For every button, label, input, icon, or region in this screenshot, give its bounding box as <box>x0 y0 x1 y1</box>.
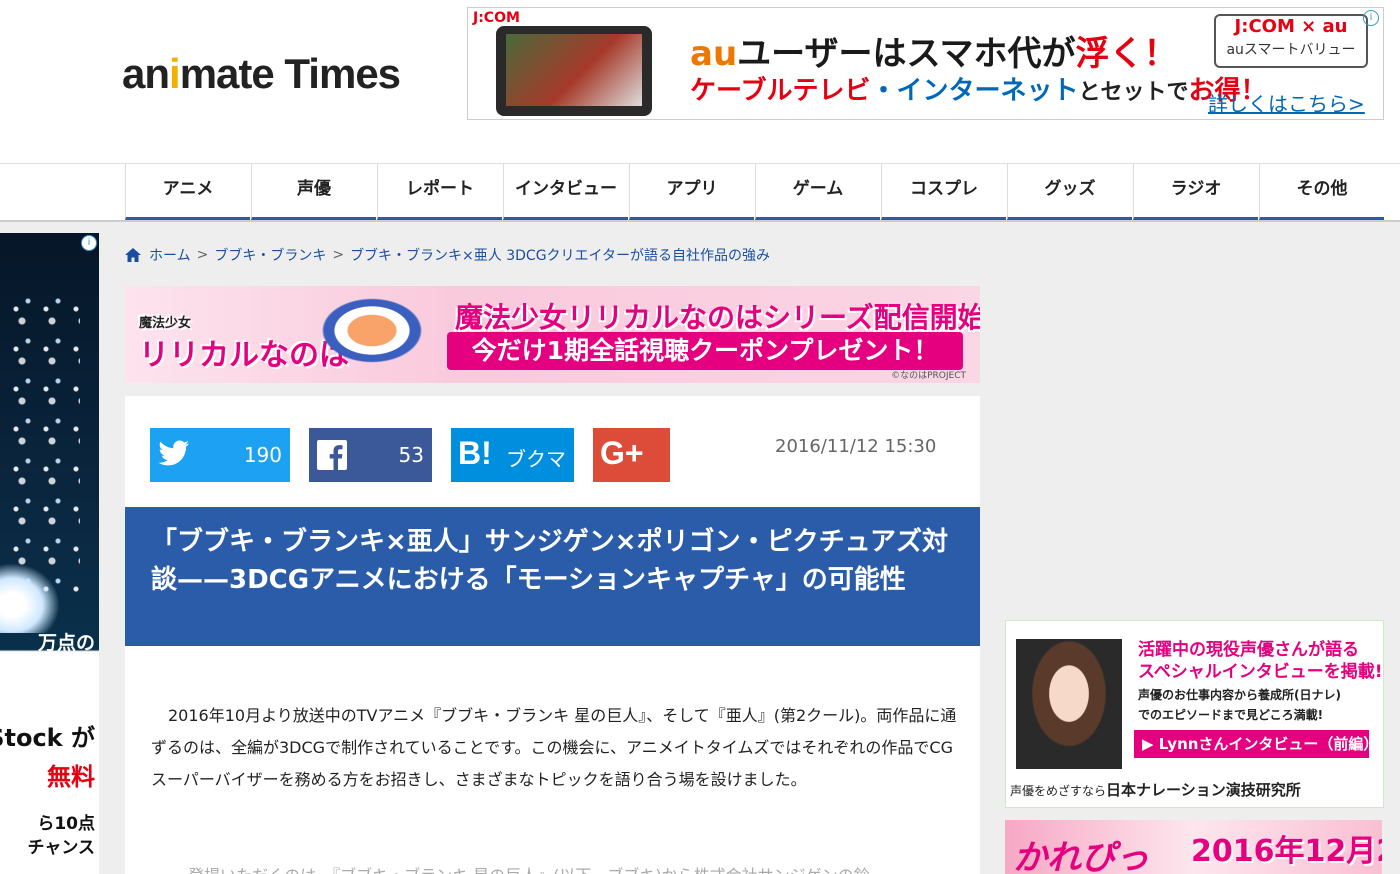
breadcrumb-home[interactable]: ホーム <box>149 245 191 265</box>
article-title: 「ブブキ・ブランキ×亜人」サンジゲン×ポリゴン・ピクチュアズ対談——3DCGアニ… <box>151 527 949 595</box>
breadcrumb-current[interactable]: ブブキ・ブランキ×亜人 3DCGクリエイターが語る自社作品の強み <box>350 245 770 265</box>
hatena-label: ブクマ <box>506 447 566 471</box>
left-ad-text-4: Stock が <box>0 724 95 752</box>
banner-character-image <box>295 290 435 380</box>
hatena-bookmark-button[interactable]: B! ブクマ <box>451 428 574 482</box>
lotus-image <box>0 563 60 633</box>
publish-date: 2016/11/12 15:30 <box>775 436 937 457</box>
right-side-ad-narration[interactable]: 活躍中の現役声優さんが語る スペシャルインタビューを掲載! 声優のお仕事内容から養… <box>1005 620 1384 808</box>
nav-item-goods[interactable]: グッズ <box>1007 164 1132 220</box>
left-ad-text-3: そろう <box>37 683 95 705</box>
facebook-icon <box>317 440 347 470</box>
ad-more-link[interactable]: 詳しくはこちら> <box>1208 88 1365 117</box>
nav-item-cosplay[interactable]: コスプレ <box>881 164 1006 220</box>
right-ad-interview-button[interactable]: ▶ Lynnさんインタビュー（前編） <box>1134 730 1378 758</box>
banner-coupon-button[interactable]: 今だけ1期全話視聴クーポンプレゼント！ <box>447 332 963 370</box>
nav-item-game[interactable]: ゲーム <box>755 164 880 220</box>
ad-subheadline: ケーブルテレビ・インターネットとセットでお得！ <box>690 76 1267 106</box>
top-ad-banner[interactable]: J:COM auユーザーはスマホ代が浮く！ ケーブルテレビ・インターネットとセッ… <box>467 7 1384 120</box>
ad-badge: J:COM × au auスマートバリュー <box>1214 14 1368 68</box>
right-ad-description: 声優のお仕事内容から養成所(日ナレ) でのエピソードまで見どころ満載! <box>1138 688 1341 722</box>
twitter-share-button[interactable]: 190 <box>150 428 290 482</box>
banner-headline: 魔法少女リリカルなのはシリーズ配信開始！ <box>455 301 980 334</box>
sparkle-decoration <box>10 293 80 593</box>
voice-actor-photo <box>1016 639 1122 769</box>
nanoha-banner-ad[interactable]: 魔法少女 リリカルなのは 魔法少女リリカルなのはシリーズ配信開始！ 今だけ1期全話… <box>125 286 980 383</box>
left-ad-text-2: ティフリー <box>1 657 95 679</box>
logo-text-dot: i <box>169 50 181 97</box>
site-logo[interactable]: animate Times <box>122 50 401 98</box>
game-ad-date: 2016年12月21日 <box>1191 834 1382 869</box>
left-ad-text-5: 無料 <box>47 763 95 791</box>
logo-text-a: an <box>122 50 170 97</box>
facebook-count: 53 <box>398 443 424 467</box>
nav-item-app[interactable]: アプリ <box>629 164 754 220</box>
main-nav: アニメ 声優 レポート インタビュー アプリ ゲーム コスプレ グッズ ラジオ … <box>0 163 1400 223</box>
nav-item-anime[interactable]: アニメ <box>125 164 250 220</box>
banner-copyright: ©なのはPROJECT <box>891 371 966 381</box>
nav-item-interview[interactable]: インタビュー <box>503 164 628 220</box>
hatena-icon: B! <box>458 435 492 471</box>
nav-item-report[interactable]: レポート <box>377 164 502 220</box>
nav-item-other[interactable]: その他 <box>1259 164 1384 220</box>
facebook-share-button[interactable]: 53 <box>309 428 432 482</box>
nav-item-radio[interactable]: ラジオ <box>1133 164 1258 220</box>
left-ad-text-7: チャンス <box>27 838 96 858</box>
ad-tablet-image <box>496 26 652 116</box>
twitter-icon <box>158 440 190 466</box>
google-plus-icon: G+ <box>600 435 644 471</box>
right-ad-footer: 声優をめざすなら日本ナレーション演技研究所 <box>1010 781 1301 799</box>
left-ad-info-icon[interactable]: i <box>81 235 97 251</box>
twitter-count: 190 <box>243 443 282 467</box>
nav-item-seiyu[interactable]: 声優 <box>251 164 376 220</box>
left-ad-text-1: 万点の <box>37 632 95 654</box>
breadcrumb-separator: > <box>332 247 345 263</box>
article-lead-paragraph: 2016年10月より放送中のTVアニメ『ブブキ・ブランキ 星の巨人』、そして『亜… <box>151 706 957 789</box>
breadcrumb-category[interactable]: ブブキ・ブランキ <box>214 245 326 265</box>
right-side-ad-game[interactable]: かれぴっ 2016年12月21日 <box>1005 820 1382 874</box>
home-icon <box>125 248 141 262</box>
left-side-ad[interactable]: i 万点の ティフリー そろう Stock が 無料 ら10点 チャンス <box>0 233 99 874</box>
article-next-paragraph: —— 登場いただくのは、『ブブキ・ブランキ 星の巨人』(以下、ブブキ)から株式会… <box>151 862 957 874</box>
left-ad-text-6: ら10点 <box>37 814 95 834</box>
google-plus-share-button[interactable]: G+ <box>593 428 670 482</box>
article-title-box: 「ブブキ・ブランキ×亜人」サンジゲン×ポリゴン・ピクチュアズ対談——3DCGアニ… <box>125 507 980 646</box>
article-card: 190 53 B! ブクマ G+ 2016/11/12 15:30 「ブブキ・ブ… <box>125 396 980 874</box>
ad-brand-label: J:COM <box>473 10 520 26</box>
ad-info-icon[interactable]: i <box>1363 10 1379 26</box>
ad-headline: auユーザーはスマホ代が浮く！ <box>690 34 1178 74</box>
game-ad-logo: かれぴっ <box>1013 838 1149 874</box>
right-ad-headline: 活躍中の現役声優さんが語る スペシャルインタビューを掲載! <box>1138 640 1383 682</box>
breadcrumb-separator: > <box>196 247 209 263</box>
breadcrumb: ホーム > ブブキ・ブランキ > ブブキ・ブランキ×亜人 3DCGクリエイターが… <box>125 245 770 265</box>
logo-text-b: mate Times <box>179 50 401 97</box>
